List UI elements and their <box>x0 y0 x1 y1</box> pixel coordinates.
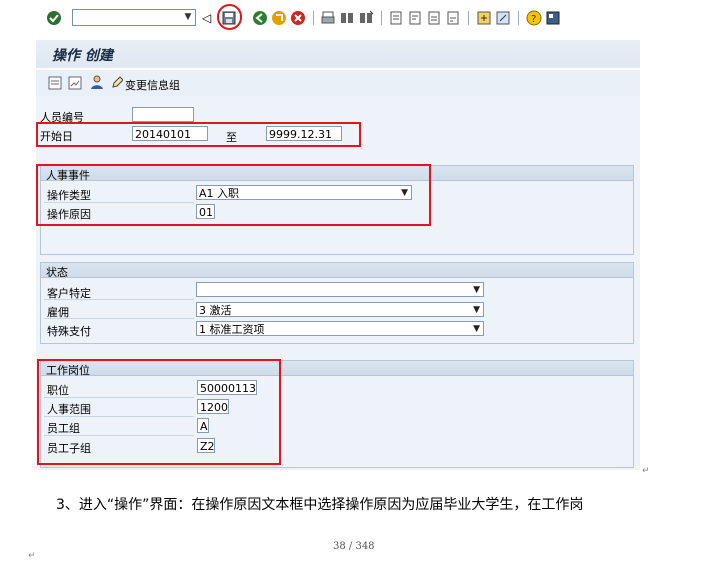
title-bar <box>36 40 640 68</box>
exit-icon[interactable] <box>271 10 287 26</box>
enter-checkmark-icon[interactable] <box>46 10 62 26</box>
chevron-down-icon[interactable]: ▼ <box>473 303 480 318</box>
toolbar-separator <box>381 11 382 25</box>
svg-text:?: ? <box>531 14 536 25</box>
person-icon[interactable] <box>90 75 104 90</box>
row-divider <box>44 318 194 319</box>
first-page-icon[interactable] <box>388 10 404 26</box>
employment-select[interactable]: 3 激活 ▼ <box>196 302 484 317</box>
document-paragraph: 3、进入“操作”界面：在操作原因文本框中选择操作原因为应届毕业大学生，在工作岗 <box>56 497 584 513</box>
special-payment-value: 1 标准工资项 <box>199 323 265 336</box>
back-icon[interactable] <box>252 10 268 26</box>
employment-value: 3 激活 <box>199 304 232 317</box>
display-icon[interactable] <box>68 76 82 90</box>
group-header: 状态 <box>41 263 633 279</box>
customize-layout-icon[interactable] <box>545 10 561 26</box>
personnel-no-input[interactable] <box>132 107 194 122</box>
row-divider <box>44 299 194 300</box>
find-icon[interactable] <box>339 10 355 26</box>
customer-specific-select[interactable]: ▼ <box>196 282 484 297</box>
return-mark-icon: ↵ <box>642 466 650 476</box>
collapse-arrow-icon[interactable]: ◁ <box>202 10 218 26</box>
chevron-down-icon[interactable]: ▼ <box>473 322 480 337</box>
overview-icon[interactable] <box>48 76 62 90</box>
group-title: 状态 <box>46 266 68 279</box>
print-icon[interactable] <box>320 10 336 26</box>
last-page-icon[interactable] <box>445 10 461 26</box>
date-highlight-box <box>36 122 361 147</box>
cancel-icon[interactable] <box>290 10 306 26</box>
next-page-icon[interactable] <box>426 10 442 26</box>
return-mark-icon: ↵ <box>28 551 36 561</box>
help-icon[interactable]: ? <box>526 10 542 26</box>
special-payment-select[interactable]: 1 标准工资项 ▼ <box>196 321 484 336</box>
toolbar-separator <box>468 11 469 25</box>
pencil-icon[interactable] <box>111 75 124 89</box>
action-highlight-box <box>36 164 431 226</box>
standard-toolbar: ▼ ◁ ? <box>36 4 640 32</box>
special-payment-label: 特殊支付 <box>47 325 91 338</box>
save-highlight-circle <box>217 4 242 30</box>
org-highlight-box <box>37 359 281 465</box>
chevron-down-icon[interactable]: ▼ <box>473 283 480 298</box>
previous-page-icon[interactable] <box>407 10 423 26</box>
find-next-icon[interactable] <box>358 10 374 26</box>
change-info-group-button[interactable]: 变更信息组 <box>125 77 180 93</box>
shortcut-icon[interactable] <box>495 10 511 26</box>
toolbar-separator <box>518 11 519 25</box>
toolbar-separator <box>313 11 314 25</box>
page-number: 38 / 348 <box>333 541 375 552</box>
command-field[interactable]: ▼ <box>72 9 196 26</box>
new-session-icon[interactable] <box>476 10 492 26</box>
chevron-down-icon[interactable]: ▼ <box>182 11 194 24</box>
screen-title: 操作 创建 <box>52 48 113 64</box>
